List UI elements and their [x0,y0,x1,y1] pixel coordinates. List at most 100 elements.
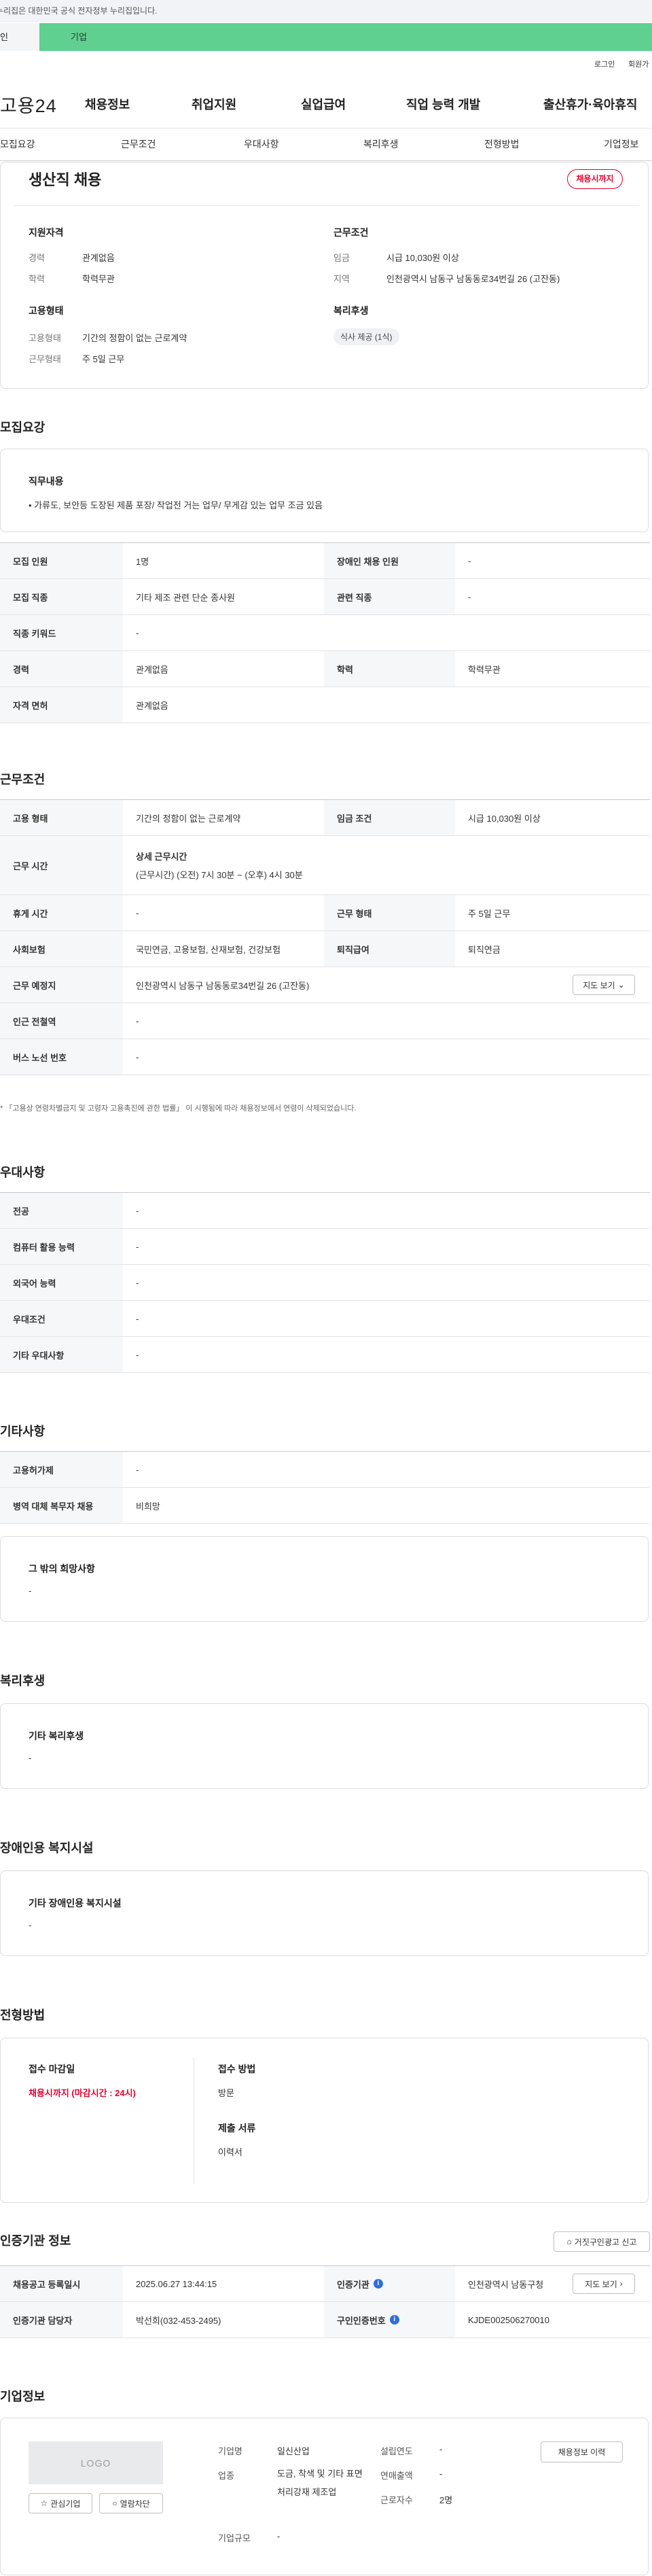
nav-item-vocational-training[interactable]: 직업 능력 개발 [406,95,480,113]
nav-item-employment-support[interactable]: 취업지원 [192,95,236,113]
company-heading: 기업정보 [0,2390,46,2403]
work-type-label: 근무형태 [29,354,61,364]
table-header-cell: 기타 우대사항 [0,1337,123,1372]
report-false-ad-button[interactable]: ⌂ 거짓구인광고 신고 [554,2231,650,2252]
subtab-company[interactable]: 기업정보 [604,137,639,151]
table-header-cell: 사회보험 [0,931,123,967]
star-icon: ☆ [40,2499,48,2508]
table-cell: - [136,1464,139,1475]
table-cell: 1명 [136,556,149,567]
map-view-button[interactable]: 지도 보기 ⌄ [573,975,635,995]
tab-company[interactable]: 기업 [71,23,87,51]
other-wish-value: - [29,1586,32,1596]
table-row: 자격 면허 관계없음 [0,687,650,723]
subtab-recruitment[interactable]: 모집요강 [0,137,35,151]
table-header-cell: 인증기관 i [324,2266,455,2301]
qualification-heading: 지원자격 [29,227,64,238]
company-size-value: - [277,2531,280,2541]
subtab-preferences[interactable]: 우대사항 [244,137,279,151]
deadline-title: 접수 마감일 [29,2064,75,2074]
subtab-divider [0,160,652,161]
table-header-cell: 퇴직급여 [324,931,455,967]
table-header-cell: 근무 형태 [324,895,455,930]
block-view-button[interactable]: ○ 열람차단 [99,2493,163,2513]
site-logo[interactable]: 고용24 [0,91,57,118]
table-row: 전공 - [0,1193,650,1229]
table-cell: - [136,1051,139,1062]
table-header-cell: 장애인 채용 인원 [324,543,455,578]
table-header-cell: 채용공고 등록일시 [0,2266,123,2301]
favorite-company-label: 관심기업 [50,2499,81,2509]
gov-banner-text: 누리집은 대한민국 공식 전자정부 누리집입니다. [0,6,158,16]
chevron-right-icon: › [619,2279,623,2288]
work-conditions-table: 고용 형태 기간의 정함이 없는 근로계약 임금 조건 시급 10,030원 이… [0,799,650,1075]
table-header-cell: 자격 면허 [0,687,123,723]
subtab-benefits[interactable]: 복리후생 [363,137,399,151]
subtab-selection[interactable]: 전형방법 [484,137,520,151]
cert-agency-label: 인증기관 [337,2279,369,2290]
work-location-value: 인천광역시 남동구 남동동로34번길 26 (고잔동) [136,980,310,991]
table-header-cell: 고용허가제 [0,1452,123,1487]
disability-heading: 장애인용 복지시설 [0,1841,94,1855]
preferences-table: 전공 - 컴퓨터 활용 능력 - 외국어 능력 - 우대조건 - 기타 우대사항… [0,1192,650,1373]
summary-divider [14,205,639,206]
hiring-history-button[interactable]: 채용정보 이력 [541,2441,623,2462]
subtab-work-conditions[interactable]: 근무조건 [121,137,156,151]
education-label: 학력 [29,274,45,284]
welfare-heading: 복리후생 [333,305,369,316]
disability-box: 기타 장애인용 복지시설 - [0,1870,649,1956]
table-row: 외국어 능력 - [0,1265,650,1301]
table-row: 인증기관 담당자 박선희(032-453-2495) 구인인증번호 i KJDE… [0,2302,650,2338]
chevron-down-icon: ⌄ [617,980,625,990]
table-cell: 2025.06.27 13:44:15 [136,2278,217,2289]
employees-label: 근로자수 [380,2495,413,2505]
company-size-label: 기업규모 [218,2533,251,2543]
table-header-cell: 인증기관 담당자 [0,2302,123,2337]
revenue-value: - [439,2469,443,2479]
table-row: 휴게 시간 - 근무 형태 주 5일 근무 [0,895,650,931]
employment-type-label: 고용형태 [29,333,61,343]
table-row: 근무 시간 상세 근무시간 (근무시간) (오전) 7시 30분 ~ (오후) … [0,836,650,895]
other-heading: 기타사항 [0,1425,46,1438]
recruitment-heading: 모집요강 [0,421,46,434]
employment-type-heading: 고용형태 [29,305,64,316]
table-header-cell: 인근 전철역 [0,1003,123,1039]
nav-item-parental-leave[interactable]: 출산휴가·육아휴직 [543,95,637,113]
table-header-cell: 휴게 시간 [0,895,123,930]
table-cell: - [136,1205,139,1216]
block-view-label: 열람차단 [120,2499,150,2509]
founded-value: - [439,2444,443,2454]
docs-title: 제출 서류 [218,2123,256,2134]
table-cell: - [136,1015,139,1026]
table-row: 고용허가제 - [0,1452,650,1488]
career-value: 관계없음 [82,253,115,263]
table-header-cell: 구인인증번호 i [324,2302,455,2337]
info-icon[interactable]: i [373,2279,383,2288]
table-header-cell: 학력 [324,651,455,686]
company-logo-placeholder: LOGO [29,2441,163,2484]
favorite-company-button[interactable]: ☆ 관심기업 [29,2493,92,2513]
info-icon[interactable]: i [389,2315,399,2325]
nav-item-unemployment-benefit[interactable]: 실업급여 [301,95,346,113]
benefits-value: - [29,1753,32,1763]
tab-personal[interactable]: 인 [0,23,39,51]
benefits-heading: 복리후생 [0,1674,46,1688]
table-header-cell: 전공 [0,1193,123,1228]
employment-type-value: 기간의 정함이 없는 근로계약 [82,333,187,343]
table-row: 우대조건 - [0,1301,650,1337]
job-description-title: 직무내용 [29,476,64,487]
signup-link[interactable]: 회원가 [628,58,649,69]
industry-label: 업종 [218,2471,234,2481]
nav-item-jobs[interactable]: 채용정보 [85,95,130,113]
job-description-text: • 가류도, 보안등 도장된 제품 포장/ 작업전 거는 업무/ 무게감 있는 … [29,500,323,510]
disability-title: 기타 장애인용 복지시설 [29,1898,122,1909]
table-header-cell: 모집 직종 [0,579,123,614]
map-view-button[interactable]: 지도 보기 › [573,2274,635,2294]
other-wish-box: 그 밖의 희망사항 - [0,1536,649,1622]
selection-box: 접수 마감일 채용시까지 (마감시간 : 24시) 접수 방법 방문 제출 서류… [0,2038,649,2203]
table-cell: 인천광역시 남동구 남동동로34번길 26 (고잔동) 지도 보기 ⌄ [123,967,650,1003]
status-badge: 채용시까지 [567,169,623,189]
table-header-cell: 경력 [0,651,123,686]
login-link[interactable]: 로그인 [594,58,615,69]
table-cell: - [468,591,471,602]
